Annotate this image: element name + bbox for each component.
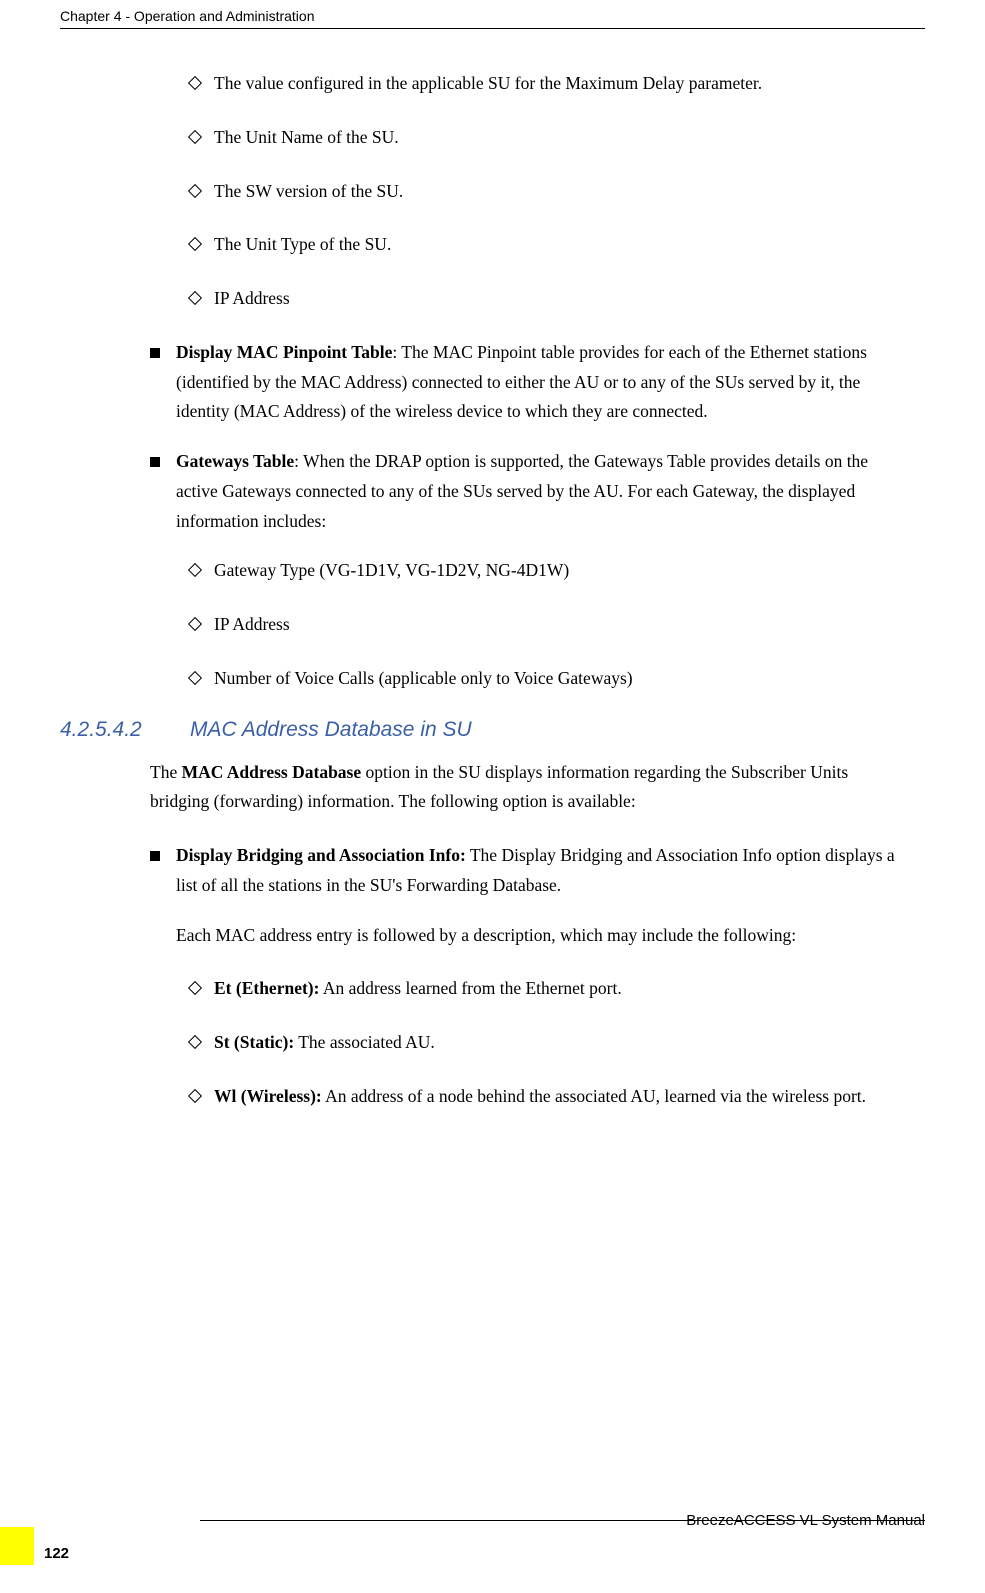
page-header: Chapter 4 - Operation and Administration — [60, 0, 925, 29]
list-item: Display MAC Pinpoint Table: The MAC Pinp… — [150, 338, 905, 427]
chapter-label: Chapter 4 - Operation and Administration — [60, 8, 314, 24]
item-text: IP Address — [214, 610, 905, 640]
list-item: Wl (Wireless): An address of a node behi… — [150, 1082, 905, 1112]
sub-paragraph: Each MAC address entry is followed by a … — [150, 921, 905, 951]
diamond-bullet-icon — [188, 981, 202, 995]
item-text: The Unit Name of the SU. — [214, 123, 905, 153]
list-item: Gateway Type (VG-1D1V, VG-1D2V, NG-4D1W) — [150, 556, 905, 586]
list-item: Gateways Table: When the DRAP option is … — [150, 447, 905, 536]
item-description: An address of a node behind the associat… — [322, 1086, 866, 1106]
list-item: The SW version of the SU. — [150, 177, 905, 207]
diamond-bullet-icon — [188, 1035, 202, 1049]
item-label: Gateways Table — [176, 451, 294, 471]
item-text: Et (Ethernet): An address learned from t… — [214, 974, 905, 1004]
square-bullet-icon — [150, 348, 160, 358]
diamond-bullet-icon — [188, 563, 202, 577]
item-description: The associated AU. — [294, 1032, 435, 1052]
list-item: Number of Voice Calls (applicable only t… — [150, 664, 905, 694]
square-bullet-icon — [150, 851, 160, 861]
diamond-bullet-icon — [188, 130, 202, 144]
text-bold: MAC Address Database — [182, 762, 362, 782]
section-title: MAC Address Database in SU — [190, 718, 472, 742]
yellow-block-icon — [0, 1527, 34, 1565]
item-description: An address learned from the Ethernet por… — [319, 978, 621, 998]
item-text: The SW version of the SU. — [214, 177, 905, 207]
item-label: Et (Ethernet): — [214, 978, 319, 998]
item-text: Display MAC Pinpoint Table: The MAC Pinp… — [176, 338, 905, 427]
item-text: IP Address — [214, 284, 905, 314]
list-item: The value configured in the applicable S… — [150, 69, 905, 99]
section-number: 4.2.5.4.2 — [60, 718, 190, 742]
diamond-bullet-icon — [188, 183, 202, 197]
diamond-bullet-icon — [188, 617, 202, 631]
list-item: Display Bridging and Association Info: T… — [150, 841, 905, 901]
paragraph: The MAC Address Database option in the S… — [150, 758, 905, 818]
item-text: Number of Voice Calls (applicable only t… — [214, 664, 905, 694]
item-label: Display MAC Pinpoint Table — [176, 342, 392, 362]
item-text: Gateways Table: When the DRAP option is … — [176, 447, 905, 536]
item-label: St (Static): — [214, 1032, 294, 1052]
diamond-bullet-icon — [188, 291, 202, 305]
text-pre: The — [150, 762, 182, 782]
list-item: IP Address — [150, 284, 905, 314]
item-text: Display Bridging and Association Info: T… — [176, 841, 905, 901]
section-heading: 4.2.5.4.2 MAC Address Database in SU — [60, 718, 905, 742]
item-text: The Unit Type of the SU. — [214, 230, 905, 260]
list-item: Et (Ethernet): An address learned from t… — [150, 974, 905, 1004]
square-bullet-icon — [150, 457, 160, 467]
item-text: The value configured in the applicable S… — [214, 69, 905, 99]
item-text: St (Static): The associated AU. — [214, 1028, 905, 1058]
diamond-bullet-icon — [188, 76, 202, 90]
item-text: Gateway Type (VG-1D1V, VG-1D2V, NG-4D1W) — [214, 556, 905, 586]
item-text: Wl (Wireless): An address of a node behi… — [214, 1082, 905, 1112]
manual-title: BreezeACCESS VL System Manual — [686, 1512, 925, 1529]
item-label: Display Bridging and Association Info: — [176, 845, 466, 865]
list-item: IP Address — [150, 610, 905, 640]
diamond-bullet-icon — [188, 237, 202, 251]
main-content: The value configured in the applicable S… — [60, 69, 925, 1112]
diamond-bullet-icon — [188, 1089, 202, 1103]
list-item: The Unit Name of the SU. — [150, 123, 905, 153]
page-footer: BreezeACCESS VL System Manual 122 — [0, 1520, 985, 1565]
page-number: 122 — [44, 1545, 69, 1565]
item-label: Wl (Wireless): — [214, 1086, 322, 1106]
list-item: The Unit Type of the SU. — [150, 230, 905, 260]
diamond-bullet-icon — [188, 671, 202, 685]
footer-row: 122 — [0, 1527, 985, 1565]
list-item: St (Static): The associated AU. — [150, 1028, 905, 1058]
